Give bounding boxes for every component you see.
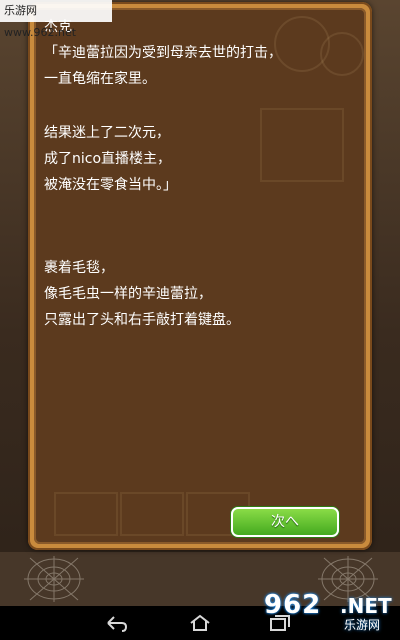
dialog-paragraph: 「辛迪蕾拉因为受到母亲去世的打击， 一直龟缩在家里。 <box>44 40 282 92</box>
dialog-paragraph: 裹着毛毯， 像毛毛虫一样的辛迪蕾拉， 只露出了头和右手敲打着键盘。 <box>44 255 240 333</box>
watermark-suffix: .NET <box>340 594 392 618</box>
dialog-line: 「辛迪蕾拉因为受到母亲去世的打击， <box>44 45 282 61</box>
home-icon[interactable] <box>188 614 212 632</box>
dialog-line: 像毛毛虫一样的辛迪蕾拉， <box>44 286 212 302</box>
dialog-line: 裹着毛毯， <box>44 260 114 276</box>
next-button[interactable]: 次へ <box>231 507 339 537</box>
background-monitor <box>260 108 344 182</box>
site-watermark-bottom: 962 .NET 乐游网 <box>260 588 400 634</box>
background-emblem <box>320 32 364 76</box>
dialog-line: 结果迷上了二次元， <box>44 125 170 141</box>
dialog-line: 一直龟缩在家里。 <box>44 71 156 87</box>
dialog-line: 被淹没在零食当中。」 <box>44 177 177 193</box>
back-icon[interactable] <box>104 614 128 632</box>
watermark-number: 962 <box>264 590 322 620</box>
background-shelf <box>54 492 118 536</box>
dialog-line: 成了nico直播楼主， <box>44 151 172 167</box>
watermark-label: 乐游网 <box>344 618 381 632</box>
dialog-paragraph: 结果迷上了二次元， 成了nico直播楼主， 被淹没在零食当中。」 <box>44 120 177 198</box>
spider-web-icon <box>24 556 84 602</box>
background-shelf <box>120 492 184 536</box>
site-watermark-top: 乐游网 www.962.net <box>0 0 112 39</box>
dialog-line: 只露出了头和右手敲打着键盘。 <box>44 312 240 328</box>
